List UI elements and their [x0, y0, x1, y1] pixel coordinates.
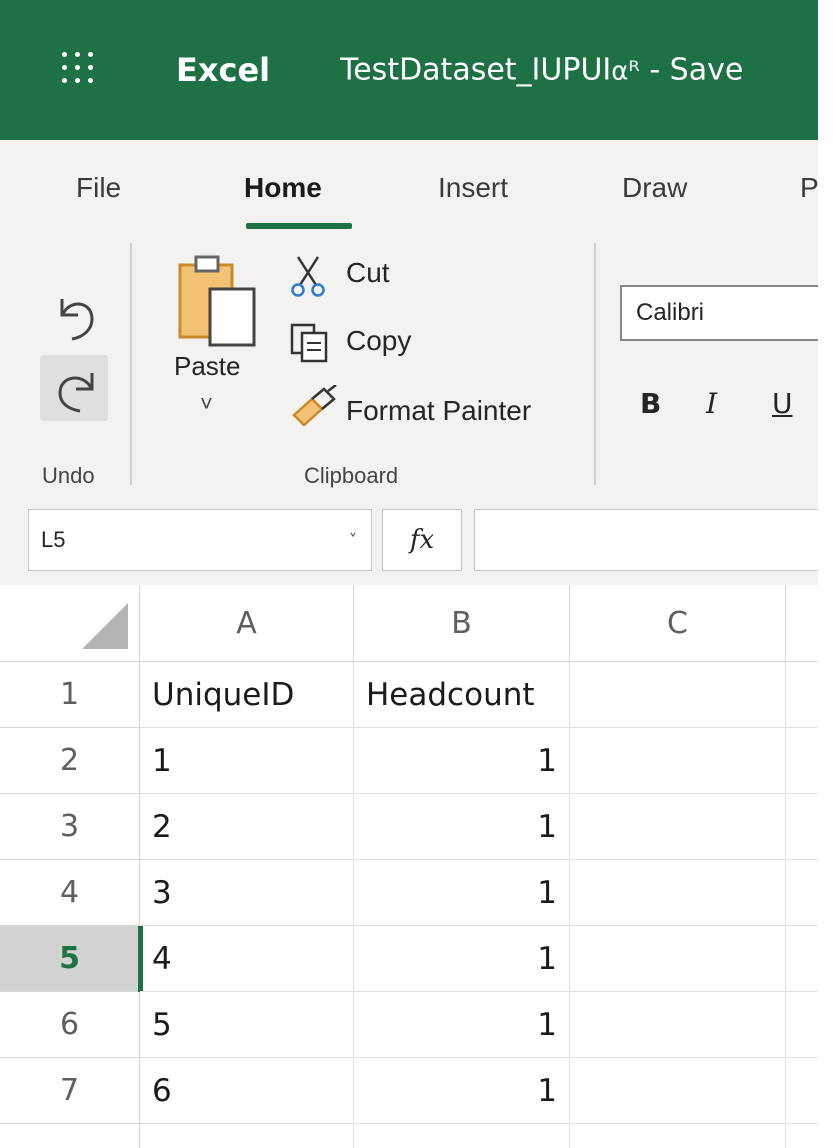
table-cell[interactable]	[570, 728, 786, 794]
name-box[interactable]: L5 ˅	[28, 509, 372, 571]
tab-draw[interactable]: Draw	[622, 172, 687, 204]
table-cell[interactable]: 1	[354, 992, 570, 1058]
table-cell[interactable]: 1	[354, 926, 570, 992]
table-cell[interactable]	[786, 860, 818, 926]
paste-button[interactable]: Paste ˅	[168, 251, 260, 423]
formula-bar: L5 ˅ fx	[0, 497, 833, 585]
row-header[interactable]: 6	[0, 992, 140, 1058]
table-cell[interactable]: Headcount	[354, 662, 570, 728]
table-cell[interactable]: 3	[140, 860, 354, 926]
title-bar: Excel TestDataset_IUPUIαᴿ - Save	[0, 0, 818, 140]
redo-button[interactable]	[40, 355, 108, 421]
table-cell[interactable]: 4	[140, 926, 354, 992]
row-header[interactable]: 3	[0, 794, 140, 860]
table-cell[interactable]	[570, 794, 786, 860]
row-header[interactable]: 2	[0, 728, 140, 794]
table-cell[interactable]	[786, 1058, 818, 1124]
table-cell[interactable]	[140, 1124, 354, 1148]
shared-users-icon: αᴿ	[611, 56, 640, 87]
italic-button[interactable]: I	[706, 387, 717, 420]
row-header[interactable]	[0, 1124, 140, 1148]
document-name: TestDataset_IUPUI	[340, 52, 612, 88]
format-painter-label: Format Painter	[346, 395, 532, 426]
tab-file[interactable]: File	[76, 172, 121, 204]
ribbon: Undo Paste ˅ Cut Copy Format Painter Cli…	[0, 235, 818, 497]
table-cell[interactable]	[570, 926, 786, 992]
format-painter-icon	[292, 385, 337, 427]
fx-icon: fx	[409, 525, 435, 555]
paste-icon	[178, 255, 256, 347]
app-launcher-icon[interactable]	[60, 50, 96, 86]
table-cell[interactable]	[786, 728, 818, 794]
row-header[interactable]: 1	[0, 662, 140, 728]
table-cell[interactable]	[354, 1124, 570, 1148]
paste-label: Paste	[174, 351, 241, 381]
format-painter-button[interactable]: Format Painter	[288, 385, 578, 435]
table-cell[interactable]: 1	[354, 1058, 570, 1124]
undo-group-label: Undo	[42, 463, 95, 488]
document-title[interactable]: TestDataset_IUPUIαᴿ - Save	[340, 53, 818, 88]
formula-input[interactable]	[474, 509, 833, 571]
group-divider	[594, 243, 596, 485]
table-cell[interactable]: 1	[354, 860, 570, 926]
table-cell[interactable]: 5	[140, 992, 354, 1058]
table-cell[interactable]	[570, 1124, 786, 1148]
window-edge	[818, 0, 833, 1148]
scissors-icon	[291, 256, 325, 297]
copy-button[interactable]: Copy	[288, 319, 458, 369]
copy-icon	[290, 323, 328, 363]
active-tab-indicator	[246, 223, 352, 229]
row-header-selected[interactable]: 5	[0, 926, 143, 992]
cut-button[interactable]: Cut	[288, 253, 428, 303]
table-cell[interactable]	[570, 662, 786, 728]
column-header-d[interactable]	[786, 585, 818, 662]
table-cell[interactable]: UniqueID	[140, 662, 354, 728]
tab-page-layout[interactable]: P	[800, 172, 818, 204]
underline-button[interactable]: U	[772, 387, 793, 420]
name-box-value: L5	[41, 527, 66, 552]
table-cell[interactable]	[786, 992, 818, 1058]
bold-button[interactable]: B	[640, 387, 661, 420]
undo-icon	[60, 299, 94, 341]
table-cell[interactable]	[570, 992, 786, 1058]
copy-label: Copy	[346, 325, 412, 356]
column-header-a[interactable]: A	[140, 585, 354, 662]
row-header[interactable]: 7	[0, 1058, 140, 1124]
undo-button[interactable]	[48, 285, 104, 345]
table-cell[interactable]: 1	[140, 728, 354, 794]
tab-home[interactable]: Home	[244, 172, 322, 204]
column-header-c[interactable]: C	[570, 585, 786, 662]
group-divider	[130, 243, 132, 485]
clipboard-group-label: Clipboard	[304, 463, 399, 488]
row-header[interactable]: 4	[0, 860, 140, 926]
table-cell[interactable]	[786, 926, 818, 992]
tab-insert[interactable]: Insert	[438, 172, 508, 204]
ribbon-tabs: File Home Insert Draw P	[0, 140, 818, 235]
table-cell[interactable]: 6	[140, 1058, 354, 1124]
table-cell[interactable]: 1	[354, 728, 570, 794]
column-header-b[interactable]: B	[354, 585, 570, 662]
table-cell[interactable]	[570, 860, 786, 926]
worksheet-grid: A B C 1 UniqueID Headcount 2 1 1 3 2 1 4…	[0, 585, 818, 1148]
table-cell[interactable]	[786, 662, 818, 728]
table-cell[interactable]	[786, 794, 818, 860]
cut-label: Cut	[346, 257, 390, 288]
chevron-down-icon[interactable]: ˅	[349, 531, 357, 550]
insert-function-button[interactable]: fx	[382, 509, 462, 571]
table-cell[interactable]: 1	[354, 794, 570, 860]
select-all-icon	[82, 603, 128, 649]
select-all-button[interactable]	[0, 585, 140, 662]
paste-dropdown-caret[interactable]: ˅	[200, 391, 213, 417]
table-cell[interactable]: 2	[140, 794, 354, 860]
save-status: - Save	[639, 52, 744, 88]
font-name-dropdown[interactable]: Calibri	[620, 285, 818, 341]
redo-icon	[58, 373, 94, 413]
app-name[interactable]: Excel	[176, 51, 270, 89]
font-name-value: Calibri	[636, 299, 705, 326]
table-cell[interactable]	[570, 1058, 786, 1124]
